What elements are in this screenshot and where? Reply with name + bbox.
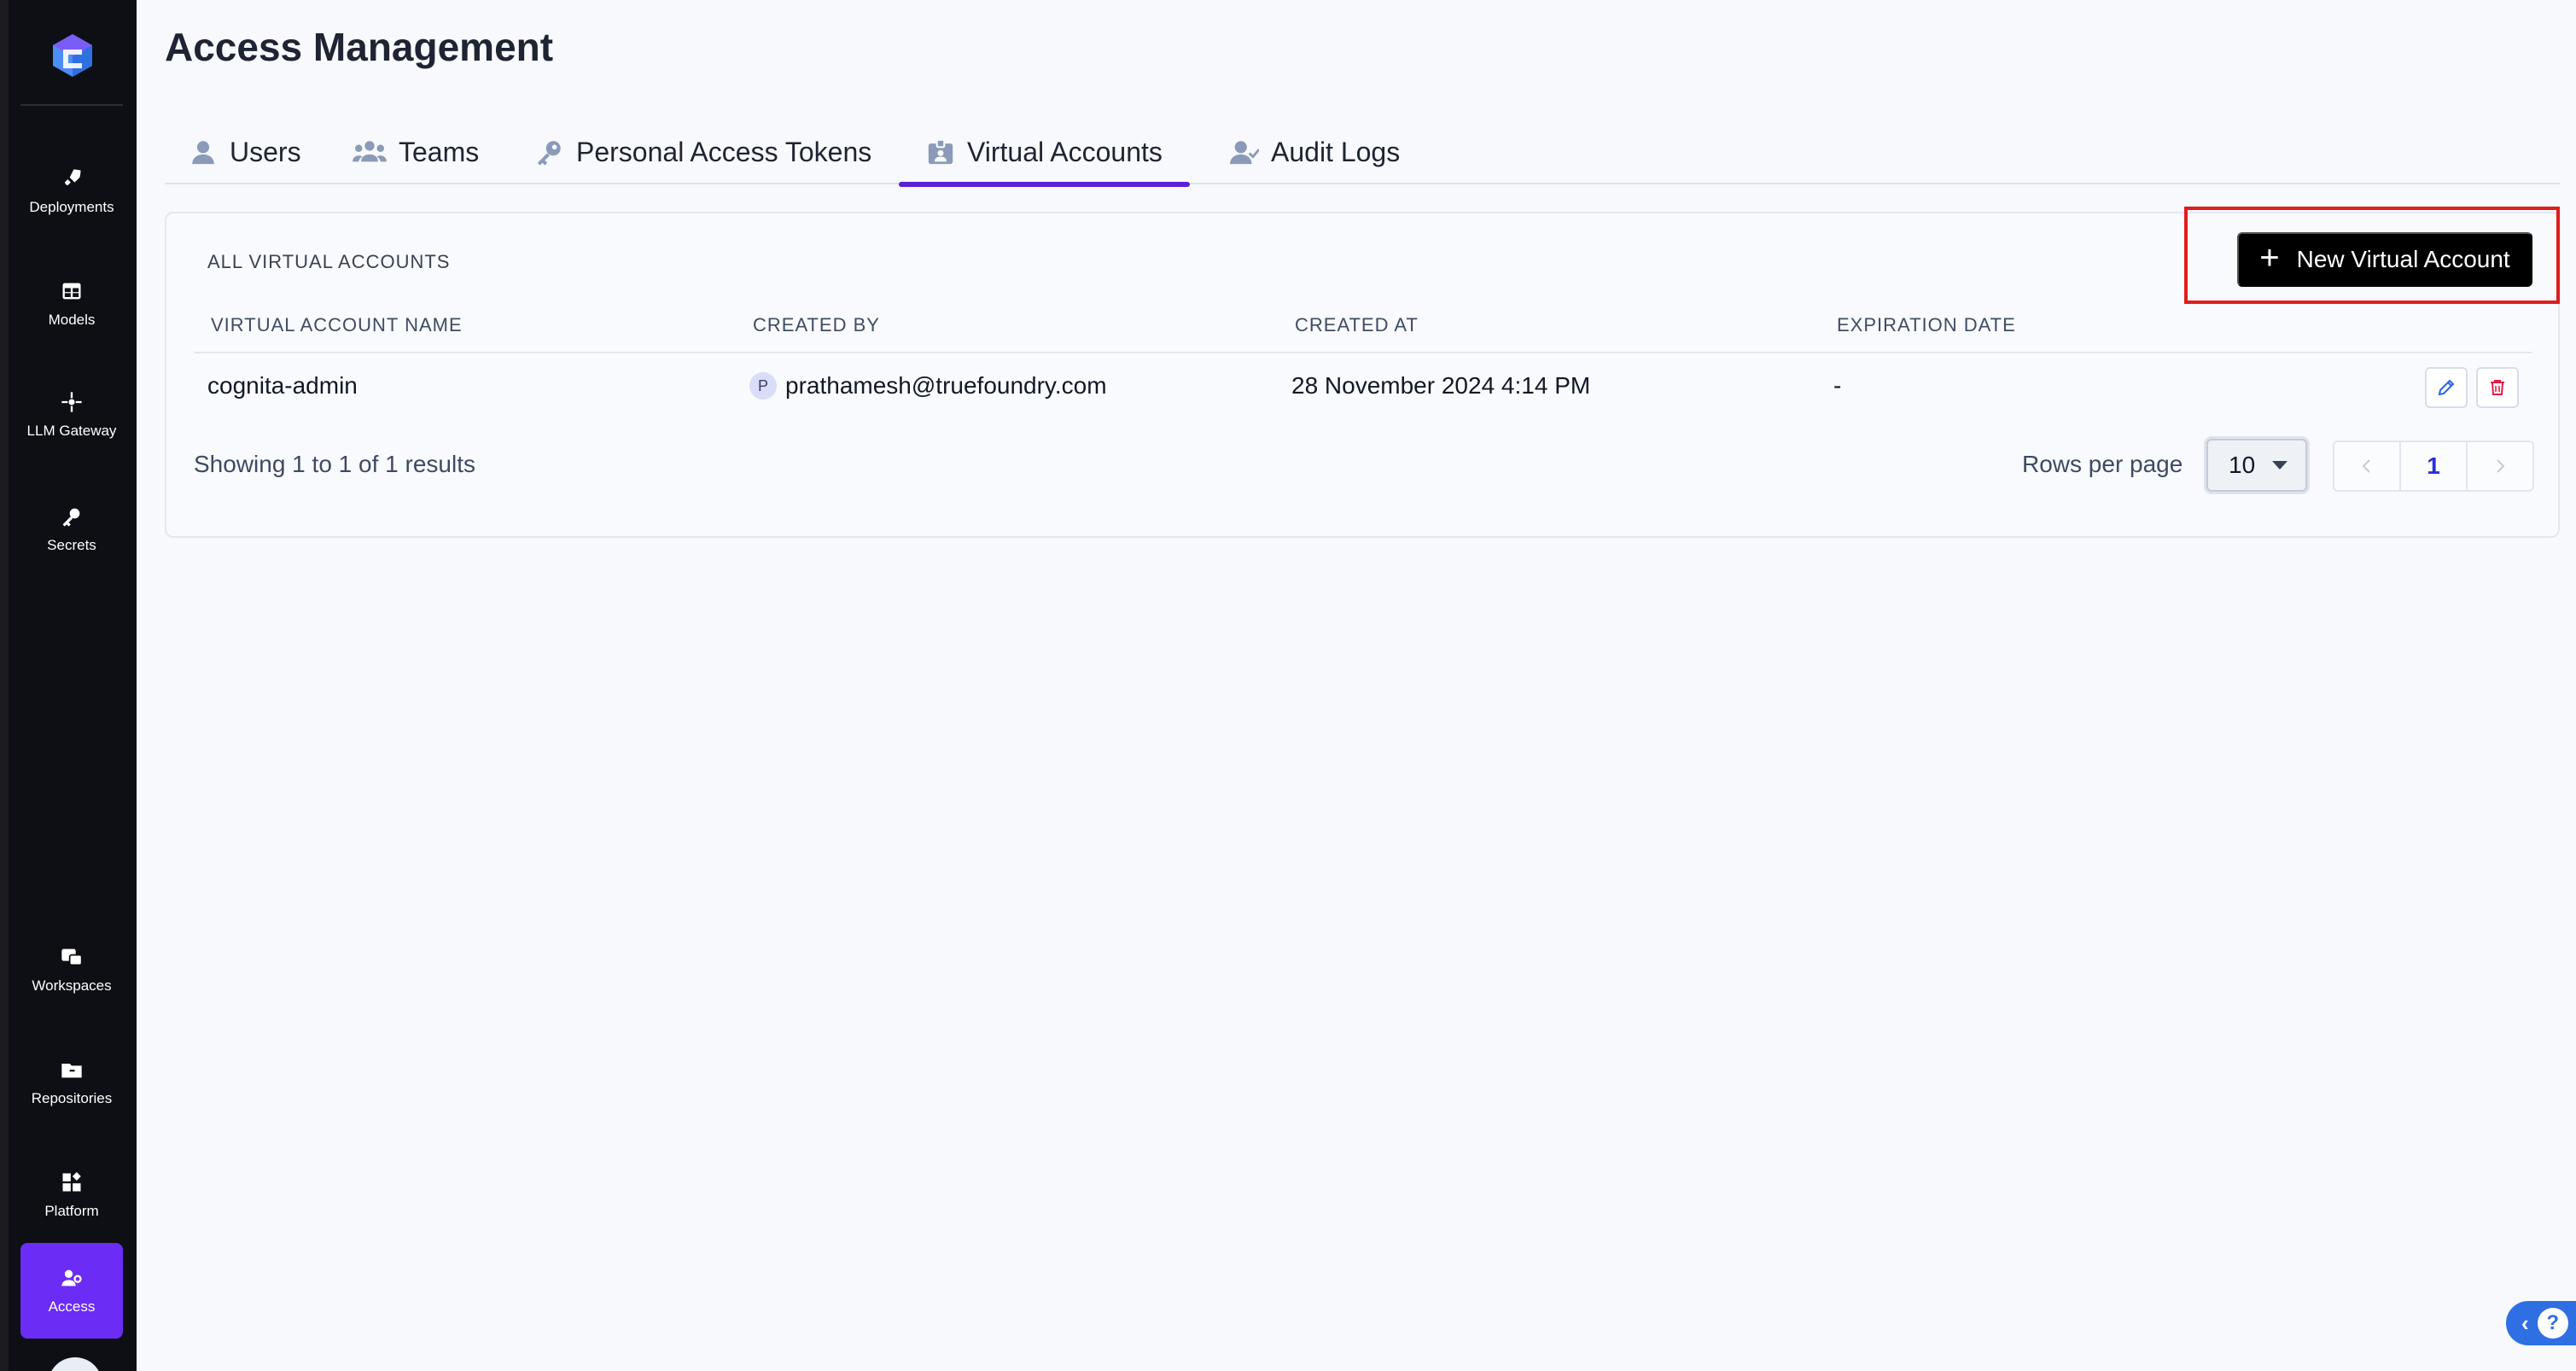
page-title: Access Management (165, 25, 554, 69)
sidebar-item-secrets[interactable]: Secrets (20, 481, 123, 577)
sidebar-item-deployments[interactable]: Deployments (20, 143, 123, 239)
sidebar-item-models[interactable]: Models (20, 256, 123, 352)
delete-button[interactable] (2476, 367, 2519, 408)
tab-virtual-accounts[interactable]: Virtual Accounts (899, 120, 1190, 187)
plus-icon: + (2259, 239, 2280, 277)
expiration-cell: - (1833, 372, 1842, 399)
pencil-icon (2438, 379, 2455, 396)
rows-per-page-label: Rows per page (2022, 451, 2183, 477)
id-badge-icon (928, 138, 953, 165)
sidebar-item-platform[interactable]: Platform (20, 1147, 123, 1243)
next-page-button[interactable] (2466, 442, 2532, 490)
tab-label: Users (230, 136, 301, 167)
sidebar-item-label: Deployments (29, 199, 114, 215)
sidebar: Deployments Models LLM Gateway Secrets W… (9, 0, 137, 1371)
chevron-left-icon: ‹ (2521, 1310, 2529, 1336)
pagination: 1 (2333, 440, 2534, 492)
results-summary: Showing 1 to 1 of 1 results (194, 451, 475, 477)
platform-grid-icon (62, 1172, 81, 1192)
tab-teams[interactable]: Teams (353, 120, 479, 184)
account-name-cell: cognita-admin (207, 372, 358, 399)
team-icon (353, 141, 387, 162)
help-question-icon: ? (2537, 1308, 2568, 1339)
gateway-icon (61, 392, 82, 412)
repository-folder-icon (61, 1064, 82, 1078)
sidebar-item-label: Secrets (47, 537, 96, 553)
sidebar-item-label: Models (48, 312, 96, 328)
key-icon (62, 508, 80, 527)
sidebar-item-label: Platform (44, 1203, 99, 1219)
rocket-icon (64, 169, 81, 186)
tab-label: Personal Access Tokens (576, 136, 872, 167)
column-header-expiration: EXPIRATION DATE (1837, 314, 2016, 335)
tab-users[interactable]: Users (189, 120, 301, 184)
chevron-down-icon (2272, 461, 2288, 470)
created-by-cell: P prathamesh@truefoundry.com (749, 372, 1107, 400)
background-window-edge (0, 0, 9, 1371)
sidebar-item-access[interactable]: Access (20, 1243, 123, 1339)
chevron-left-icon (2362, 459, 2370, 473)
card-title: ALL VIRTUAL ACCOUNTS (207, 251, 451, 272)
previous-page-button[interactable] (2334, 442, 2399, 490)
tab-label: Teams (399, 136, 480, 167)
table-header-divider (194, 352, 2532, 353)
help-widget[interactable]: ‹ ? (2506, 1301, 2576, 1345)
page-button-current[interactable]: 1 (2399, 442, 2466, 490)
sidebar-item-label: Repositories (31, 1090, 113, 1106)
sidebar-item-llm-gateway[interactable]: LLM Gateway (20, 367, 123, 463)
tab-bar: Users Teams Personal Access Tokens Virtu… (165, 120, 2560, 187)
app-logo-icon[interactable] (48, 31, 97, 80)
creator-email: prathamesh@truefoundry.com (785, 372, 1107, 399)
tab-label: Audit Logs (1271, 136, 1401, 167)
tab-audit-logs[interactable]: Audit Logs (1230, 120, 1400, 184)
trash-icon (2491, 380, 2504, 395)
tab-label: Virtual Accounts (967, 136, 1163, 167)
access-user-key-icon (61, 1269, 82, 1286)
sidebar-item-label: Workspaces (32, 977, 112, 994)
key-icon (537, 141, 561, 166)
sidebar-item-workspaces[interactable]: Workspaces (20, 922, 123, 1018)
rows-per-page-value: 10 (2229, 452, 2256, 478)
sidebar-divider (20, 104, 123, 106)
workspaces-icon (61, 948, 83, 966)
models-grid-icon (62, 283, 81, 300)
column-header-name: VIRTUAL ACCOUNT NAME (211, 314, 463, 335)
rows-per-page-select[interactable]: 10 (2206, 439, 2307, 492)
creator-avatar: P (749, 372, 777, 400)
new-virtual-account-button[interactable]: + New Virtual Account (2237, 232, 2532, 287)
tab-personal-access-tokens[interactable]: Personal Access Tokens (535, 120, 871, 184)
user-avatar[interactable] (48, 1357, 102, 1371)
created-at-cell: 28 November 2024 4:14 PM (1291, 372, 1591, 399)
edit-button[interactable] (2425, 367, 2468, 408)
sidebar-item-repositories[interactable]: Repositories (20, 1035, 123, 1130)
column-header-created-at: CREATED AT (1295, 314, 1419, 335)
app-root: Deployments Models LLM Gateway Secrets W… (0, 0, 2576, 1371)
user-check-icon (1230, 141, 1259, 165)
chevron-right-icon (2497, 459, 2505, 473)
user-icon (192, 141, 214, 165)
sidebar-item-label: LLM Gateway (26, 423, 117, 439)
column-header-created-by: CREATED BY (753, 314, 880, 335)
new-virtual-account-label: New Virtual Account (2296, 246, 2510, 272)
sidebar-item-label: Access (48, 1298, 96, 1315)
